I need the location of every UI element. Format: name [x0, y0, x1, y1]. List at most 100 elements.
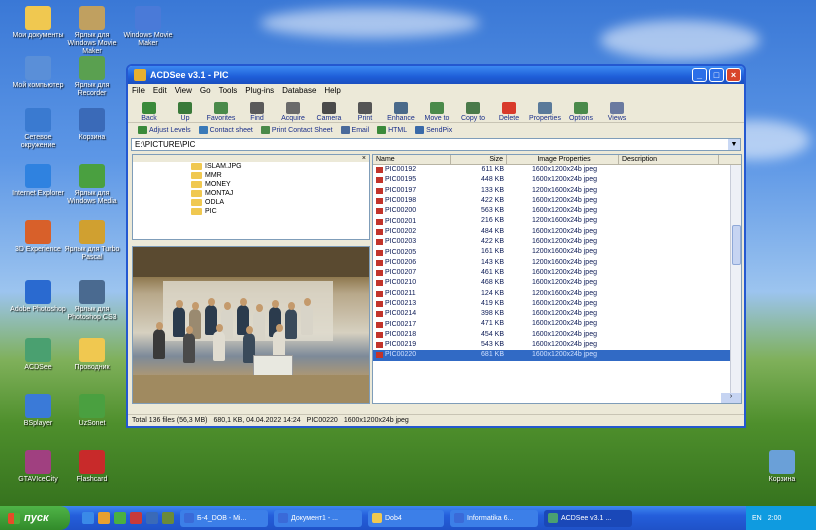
- address-bar[interactable]: E:\PICTURE\PIC ▼: [131, 138, 741, 151]
- task-button[interactable]: Документ1 - ...: [274, 509, 362, 527]
- toolbar-button[interactable]: Delete: [492, 102, 526, 122]
- quick-launch-icon[interactable]: [82, 512, 94, 524]
- menu-item[interactable]: Help: [324, 86, 340, 95]
- file-row[interactable]: PIC00192 611 KB 1600x1200x24b jpeg: [373, 165, 741, 175]
- desktop-icon[interactable]: Ярлык для Windows Movie Maker: [62, 6, 122, 56]
- toolbar-button[interactable]: Copy to: [456, 102, 490, 122]
- vertical-scrollbar[interactable]: [730, 165, 741, 395]
- plugin-button[interactable]: SendPix: [415, 126, 452, 134]
- menu-item[interactable]: File: [132, 86, 145, 95]
- toolbar-button[interactable]: Find: [240, 102, 274, 122]
- plugin-button[interactable]: Contact sheet: [198, 126, 253, 134]
- title-bar[interactable]: ACDSee v3.1 - PIC _ □ ×: [128, 66, 744, 84]
- start-button[interactable]: пуск: [0, 506, 70, 530]
- menu-item[interactable]: Database: [282, 86, 316, 95]
- task-button[interactable]: Б-4_DOB - Mi...: [180, 509, 268, 527]
- toolbar-button[interactable]: Up: [168, 102, 202, 122]
- column-description[interactable]: Description: [619, 155, 719, 164]
- quick-launch-icon[interactable]: [130, 512, 142, 524]
- toolbar-button[interactable]: Options: [564, 102, 598, 122]
- column-image-properties[interactable]: Image Properties: [507, 155, 619, 164]
- close-button[interactable]: ×: [726, 68, 741, 82]
- file-row[interactable]: PIC00202 484 KB 1600x1200x24b jpeg: [373, 227, 741, 237]
- column-name[interactable]: Name: [373, 155, 451, 164]
- desktop-icon[interactable]: Ярлык для Recorder: [62, 56, 122, 98]
- file-row[interactable]: PIC00201 216 KB 1200x1600x24b jpeg: [373, 216, 741, 226]
- toolbar-button[interactable]: Camera: [312, 102, 346, 122]
- desktop-icon[interactable]: Проводник: [62, 338, 122, 372]
- file-row[interactable]: PIC00217 471 KB 1600x1200x24b jpeg: [373, 319, 741, 329]
- file-row[interactable]: PIC00211 124 KB 1200x1600x24b jpeg: [373, 289, 741, 299]
- toolbar-button[interactable]: Properties: [528, 102, 562, 122]
- plugin-button[interactable]: Email: [340, 126, 369, 134]
- task-button[interactable]: Dob4: [368, 509, 444, 527]
- menu-item[interactable]: Tools: [219, 86, 238, 95]
- plugin-button[interactable]: Adjust Levels: [138, 126, 191, 134]
- folder-tree[interactable]: × ISLAM.JPG MMR MONEY MONTAJ ODLA PIC: [132, 154, 370, 240]
- desktop-icon[interactable]: Корзина: [752, 450, 812, 484]
- desktop-icon[interactable]: UzSonet: [62, 394, 122, 428]
- desktop-icon[interactable]: ACDSee: [8, 338, 68, 372]
- desktop-icon[interactable]: Ярлык для Windows Media: [62, 164, 122, 206]
- tree-item[interactable]: PIC: [133, 207, 369, 216]
- quick-launch-icon[interactable]: [98, 512, 110, 524]
- file-row[interactable]: PIC00203 422 KB 1600x1200x24b jpeg: [373, 237, 741, 247]
- tree-item[interactable]: MONTAJ: [133, 189, 369, 198]
- menu-item[interactable]: Go: [200, 86, 211, 95]
- tree-item[interactable]: MMR: [133, 171, 369, 180]
- file-row[interactable]: PIC00220 681 KB 1600x1200x24b jpeg: [373, 350, 741, 361]
- menu-item[interactable]: Edit: [153, 86, 167, 95]
- desktop-icon[interactable]: Adobe Photoshop: [8, 280, 68, 314]
- scroll-right-button[interactable]: ›: [721, 393, 741, 403]
- desktop-icon[interactable]: Flashcard: [62, 450, 122, 484]
- toolbar-button[interactable]: Acquire: [276, 102, 310, 122]
- file-row[interactable]: PIC00195 448 KB 1600x1200x24b jpeg: [373, 175, 741, 185]
- minimize-button[interactable]: _: [692, 68, 707, 82]
- file-row[interactable]: PIC00219 543 KB 1600x1200x24b jpeg: [373, 340, 741, 350]
- file-row[interactable]: PIC00218 454 KB 1600x1200x24b jpeg: [373, 330, 741, 340]
- toolbar-button[interactable]: Views: [600, 102, 634, 122]
- file-row[interactable]: PIC00206 143 KB 1200x1600x24b jpeg: [373, 258, 741, 268]
- maximize-button[interactable]: □: [709, 68, 724, 82]
- task-button[interactable]: Informatika 6...: [450, 509, 538, 527]
- desktop-icon[interactable]: GTAVIceCity: [8, 450, 68, 484]
- desktop-icon[interactable]: Windows Movie Maker: [118, 6, 178, 48]
- clock[interactable]: 2:00: [768, 515, 782, 522]
- tree-item[interactable]: ISLAM.JPG: [133, 162, 369, 171]
- menu-item[interactable]: Plug-ins: [245, 86, 274, 95]
- file-row[interactable]: PIC00197 133 KB 1200x1600x24b jpeg: [373, 186, 741, 196]
- desktop-icon[interactable]: Мой компьютер: [8, 56, 68, 90]
- toolbar-button[interactable]: Move to: [420, 102, 454, 122]
- desktop-icon[interactable]: Internet Explorer: [8, 164, 68, 198]
- desktop-icon[interactable]: Ярлык для Turbo Pascal: [62, 220, 122, 262]
- plugin-button[interactable]: HTML: [377, 126, 407, 134]
- desktop-icon[interactable]: BSplayer: [8, 394, 68, 428]
- tree-item[interactable]: MONEY: [133, 180, 369, 189]
- quick-launch-icon[interactable]: [114, 512, 126, 524]
- toolbar-button[interactable]: Print: [348, 102, 382, 122]
- file-row[interactable]: PIC00205 161 KB 1200x1600x24b jpeg: [373, 247, 741, 257]
- toolbar-button[interactable]: Back: [132, 102, 166, 122]
- desktop-icon[interactable]: 3D Experience: [8, 220, 68, 254]
- quick-launch-icon[interactable]: [162, 512, 174, 524]
- toolbar-button[interactable]: Favorites: [204, 102, 238, 122]
- file-row[interactable]: PIC00210 468 KB 1600x1200x24b jpeg: [373, 278, 741, 288]
- chevron-down-icon[interactable]: ▼: [728, 139, 740, 150]
- menu-item[interactable]: View: [175, 86, 192, 95]
- file-row[interactable]: PIC00213 419 KB 1600x1200x24b jpeg: [373, 299, 741, 309]
- file-row[interactable]: PIC00207 461 KB 1600x1200x24b jpeg: [373, 268, 741, 278]
- plugin-button[interactable]: Print Contact Sheet: [260, 126, 333, 134]
- desktop-icon[interactable]: Сетевое окружение: [8, 108, 68, 150]
- tree-item[interactable]: ODLA: [133, 198, 369, 207]
- desktop-icon[interactable]: Ярлык для Photoshop CS3: [62, 280, 122, 322]
- desktop-icon[interactable]: Мои документы: [8, 6, 68, 40]
- column-size[interactable]: Size: [451, 155, 507, 164]
- scrollbar-thumb[interactable]: [732, 225, 741, 265]
- language-indicator[interactable]: EN: [752, 515, 762, 522]
- desktop-icon[interactable]: Корзина: [62, 108, 122, 142]
- close-icon[interactable]: ×: [133, 155, 369, 162]
- file-row[interactable]: PIC00214 398 KB 1600x1200x24b jpeg: [373, 309, 741, 319]
- file-row[interactable]: PIC00198 422 KB 1600x1200x24b jpeg: [373, 196, 741, 206]
- toolbar-button[interactable]: Enhance: [384, 102, 418, 122]
- file-row[interactable]: PIC00200 563 KB 1600x1200x24b jpeg: [373, 206, 741, 216]
